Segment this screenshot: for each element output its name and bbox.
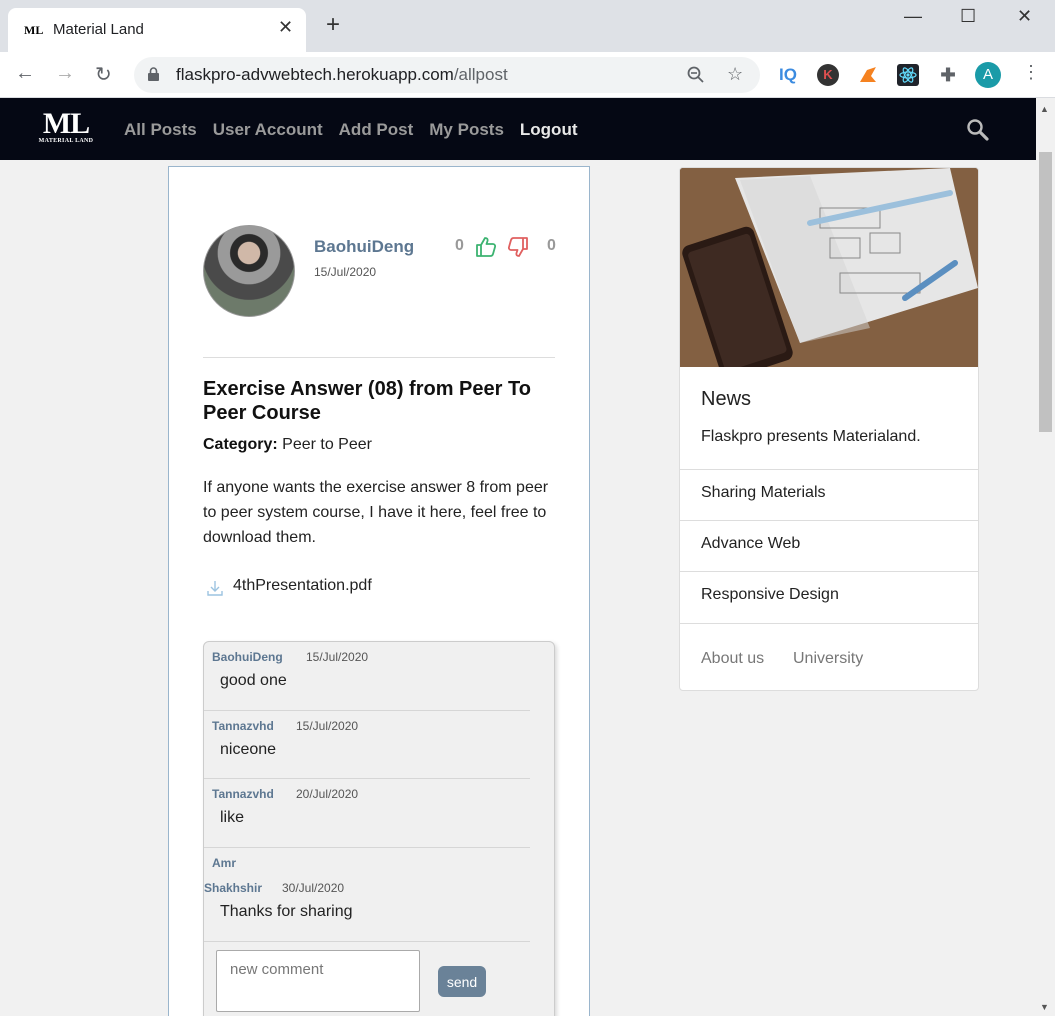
comment-date: 15/Jul/2020 — [296, 719, 359, 733]
scroll-down-icon[interactable]: ▼ — [1040, 1002, 1049, 1012]
url-text: flaskpro-advwebtech.herokuapp.com/allpos… — [176, 65, 508, 84]
page-scrollbar[interactable]: ▲ ▼ — [1036, 98, 1055, 1016]
post-title: Exercise Answer (08) from Peer To Peer C… — [203, 378, 531, 424]
tab-title: Material Land — [53, 21, 144, 38]
news-card: News Flaskpro presents Materialand. Shar… — [679, 167, 979, 691]
comment-item: BaohuiDeng 15/Jul/2020 good one — [204, 642, 530, 711]
post-author[interactable]: BaohuiDeng — [314, 237, 414, 257]
comment-date: 30/Jul/2020 — [282, 881, 345, 895]
post-body: If anyone wants the exercise answer 8 fr… — [203, 479, 549, 546]
fox-extension-icon[interactable] — [857, 64, 879, 86]
close-window-icon[interactable]: ✕ — [1017, 6, 1032, 27]
close-tab-icon[interactable]: ✕ — [278, 17, 293, 38]
comment-text: Thanks for sharing — [220, 903, 353, 920]
footer-link-university[interactable]: University — [793, 650, 863, 668]
news-footer: About us University — [680, 623, 978, 690]
browser-menu-icon[interactable]: ⋮ — [1022, 62, 1040, 83]
lock-icon — [148, 67, 159, 81]
thumbs-down-icon[interactable] — [506, 235, 530, 259]
favicon-icon: ML — [24, 23, 44, 37]
nav-user-account[interactable]: User Account — [213, 120, 323, 140]
comment-date: 20/Jul/2020 — [296, 787, 359, 801]
scroll-up-icon[interactable]: ▲ — [1040, 104, 1049, 114]
comment-text: like — [220, 809, 245, 826]
comment-author[interactable]: Tannazvhd — [212, 787, 274, 801]
k-extension-icon[interactable]: K — [817, 64, 839, 86]
site-logo[interactable]: ML MATERIAL LAND — [35, 109, 97, 145]
comment-author[interactable]: BaohuiDeng — [212, 650, 283, 664]
zoom-icon[interactable] — [687, 66, 705, 84]
comment-text: good one — [220, 672, 287, 689]
news-item-responsive-design[interactable]: Responsive Design — [680, 571, 978, 622]
iq-extension-icon[interactable]: IQ — [777, 64, 799, 86]
new-tab-icon[interactable]: + — [326, 13, 340, 37]
nav-my-posts[interactable]: My Posts — [429, 120, 504, 140]
post-category: Category: Peer to Peer — [203, 436, 372, 453]
scroll-thumb[interactable] — [1039, 152, 1052, 432]
new-comment-input[interactable] — [216, 950, 420, 1012]
news-item-advance-web[interactable]: Advance Web — [680, 520, 978, 571]
comment-text: niceone — [220, 741, 277, 758]
browser-tab-bar: ML Material Land ✕ + — ☐ ✕ — [0, 0, 1055, 52]
attachment-filename: 4thPresentation.pdf — [233, 577, 372, 594]
comment-item: Tannazvhd 20/Jul/2020 like — [204, 779, 530, 848]
forward-icon[interactable]: → — [55, 62, 75, 85]
comment-item: Amr Shakhshir 30/Jul/2020 Thanks for sha… — [204, 848, 530, 942]
download-icon — [207, 581, 223, 596]
comment-author[interactable]: Shakhshir — [204, 881, 262, 895]
comment-item: Tannazvhd 15/Jul/2020 niceone — [204, 711, 530, 779]
browser-tab[interactable]: ML Material Land ✕ — [8, 8, 306, 52]
divider — [203, 357, 555, 358]
comment-author[interactable]: Amr — [212, 856, 236, 870]
page-viewport: ML MATERIAL LAND All Posts User Account … — [0, 98, 1036, 1016]
nav-add-post[interactable]: Add Post — [339, 120, 414, 140]
bookmark-star-icon[interactable]: ☆ — [727, 64, 743, 85]
comment-date: 15/Jul/2020 — [306, 650, 369, 664]
address-bar[interactable]: flaskpro-advwebtech.herokuapp.com/allpos… — [134, 57, 760, 93]
comment-author[interactable]: Tannazvhd — [212, 719, 274, 733]
react-extension-icon[interactable] — [897, 64, 919, 86]
dislike-count: 0 — [547, 237, 556, 254]
post-date: 15/Jul/2020 — [314, 265, 377, 279]
maximize-icon[interactable]: ☐ — [960, 6, 976, 27]
minimize-icon[interactable]: — — [904, 6, 922, 27]
extensions-puzzle-icon[interactable]: ✚ — [937, 64, 959, 86]
profile-avatar[interactable]: A — [975, 62, 1001, 88]
post-card: BaohuiDeng 15/Jul/2020 0 0 Exercise Answ… — [168, 166, 590, 1016]
site-navbar: ML MATERIAL LAND All Posts User Account … — [0, 98, 1036, 160]
like-count: 0 — [455, 237, 464, 254]
news-item-sharing-materials[interactable]: Sharing Materials — [680, 469, 978, 520]
reload-icon[interactable]: ↻ — [95, 62, 112, 87]
news-heading: News — [701, 388, 752, 410]
send-button[interactable]: send — [438, 966, 486, 997]
news-text: Flaskpro presents Materialand. — [701, 428, 921, 445]
back-icon[interactable]: ← — [15, 62, 35, 85]
news-image — [680, 168, 978, 367]
nav-links: All Posts User Account Add Post My Posts… — [124, 120, 578, 140]
browser-toolbar: ← → ↻ flaskpro-advwebtech.herokuapp.com/… — [0, 52, 1055, 98]
footer-link-about-us[interactable]: About us — [701, 650, 764, 668]
nav-all-posts[interactable]: All Posts — [124, 120, 197, 140]
comments-panel: BaohuiDeng 15/Jul/2020 good one Tannazvh… — [203, 641, 555, 1016]
search-icon[interactable] — [966, 118, 990, 142]
author-avatar[interactable] — [203, 225, 295, 317]
thumbs-up-icon[interactable] — [474, 235, 498, 259]
nav-logout[interactable]: Logout — [520, 120, 578, 140]
